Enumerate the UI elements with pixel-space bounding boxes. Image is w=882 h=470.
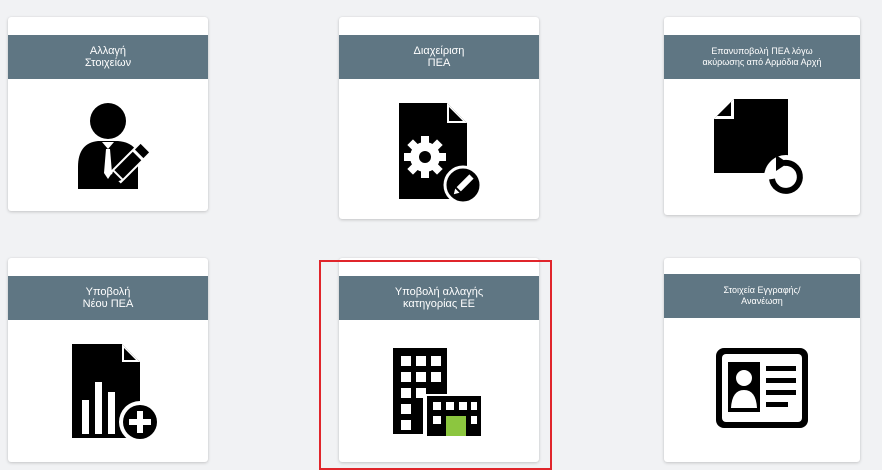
tile-header: Υποβολή αλλαγής κατηγορίας ΕΕ xyxy=(339,276,539,320)
tile-manage-pea[interactable]: Διαχείριση ΠΕΑ xyxy=(339,17,539,219)
tile-title: Επανυποβολή ΠΕΑ λόγω ακύρωσης από Αρμόδι… xyxy=(702,46,822,67)
tile-change-details[interactable]: Αλλαγή Στοιχείων xyxy=(8,17,208,211)
tile-header: Επανυποβολή ΠΕΑ λόγω ακύρωσης από Αρμόδι… xyxy=(664,35,860,79)
tile-title: Υποβολή αλλαγής κατηγορίας ΕΕ xyxy=(394,286,484,310)
buildings-icon xyxy=(389,346,485,436)
tile-header: Διαχείριση ΠΕΑ xyxy=(339,35,539,79)
tile-title: Στοιχεία Εγγραφής/ Ανανέωση xyxy=(723,285,801,306)
id-card-icon xyxy=(714,346,810,430)
tile-header: Αλλαγή Στοιχείων xyxy=(8,35,208,79)
tile-submit-new-pea[interactable]: Υποβολή Νέου ΠΕΑ xyxy=(8,258,208,462)
document-settings-icon xyxy=(391,101,487,205)
user-edit-icon xyxy=(70,101,166,197)
tile-header: Στοιχεία Εγγραφής/ Ανανέωση xyxy=(664,274,860,318)
document-chart-add-icon xyxy=(70,342,166,446)
tile-resubmit-pea[interactable]: Επανυποβολή ΠΕΑ λόγω ακύρωσης από Αρμόδι… xyxy=(664,17,860,215)
tile-submit-category-change[interactable]: Υποβολή αλλαγής κατηγορίας ΕΕ xyxy=(339,258,539,462)
tile-registration-details[interactable]: Στοιχεία Εγγραφής/ Ανανέωση xyxy=(664,258,860,462)
tile-title: Διαχείριση ΠΕΑ xyxy=(413,45,465,69)
document-resubmit-icon xyxy=(712,97,812,201)
tile-title: Υποβολή Νέου ΠΕΑ xyxy=(82,286,134,310)
tile-header: Υποβολή Νέου ΠΕΑ xyxy=(8,276,208,320)
tile-title: Αλλαγή Στοιχείων xyxy=(84,45,132,69)
